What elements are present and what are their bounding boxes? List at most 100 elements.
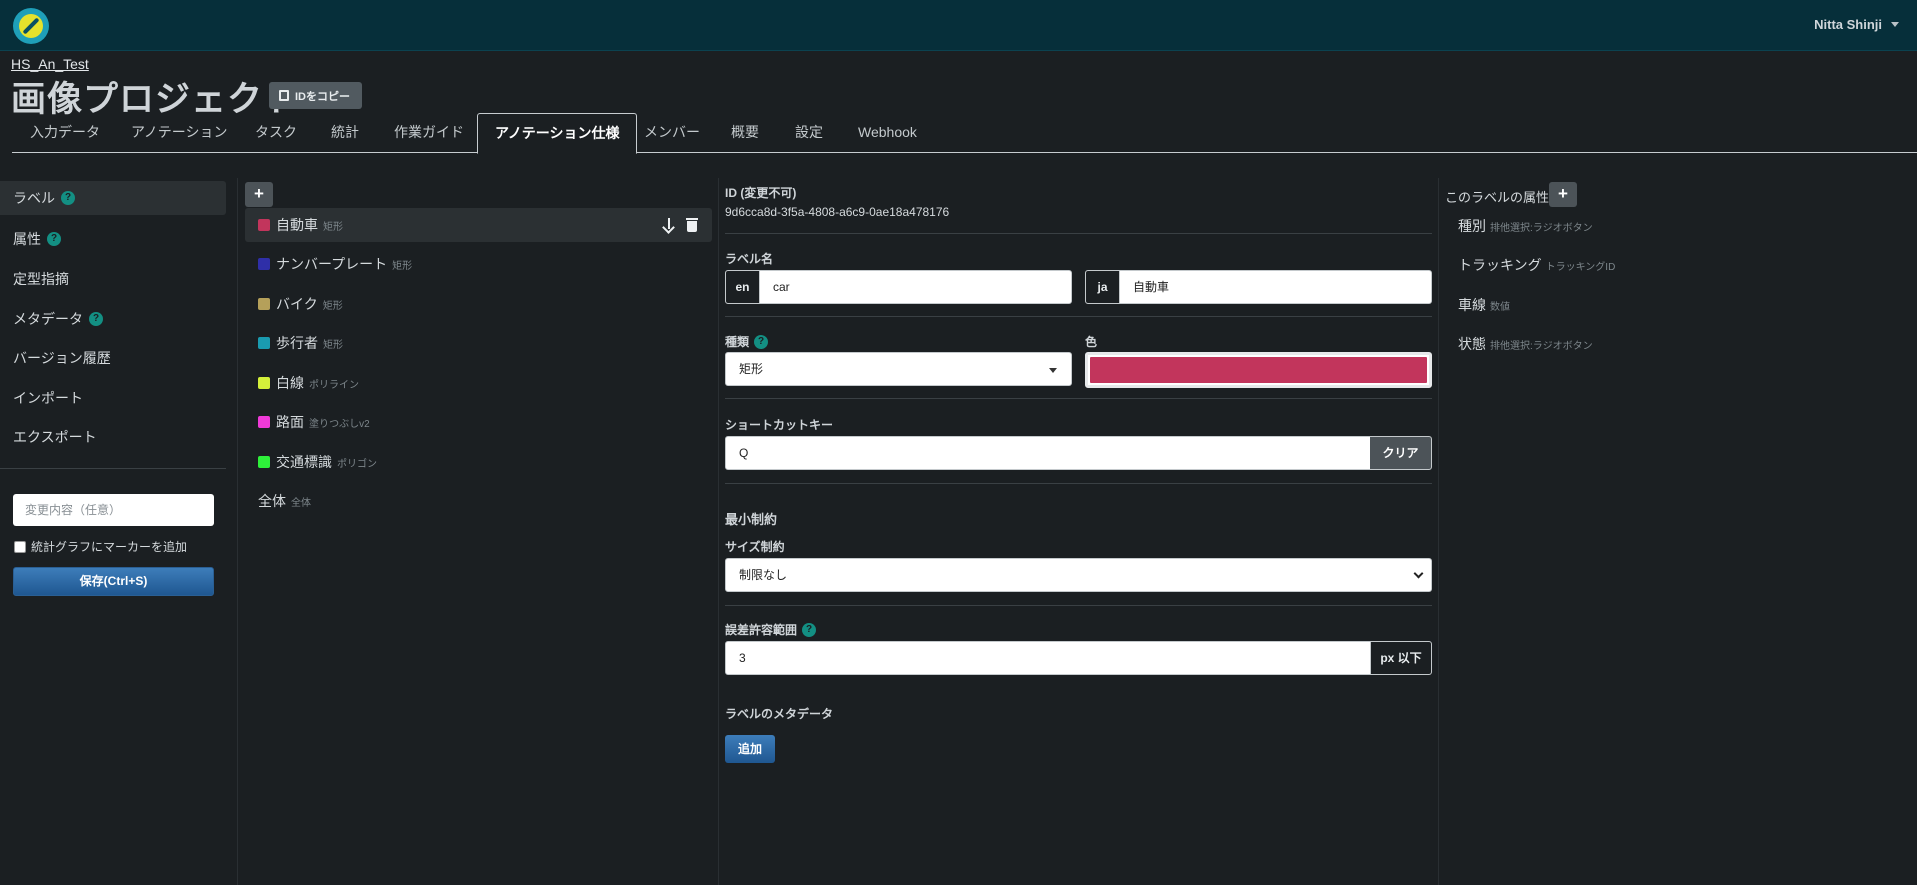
add-attribute-button[interactable]: + [1549,182,1577,207]
tab-work-guide[interactable]: 作業ガイド [394,113,464,153]
kind-select[interactable]: 矩形 [725,352,1072,386]
sidebar-item-label: ラベル [13,190,55,206]
color-picker[interactable] [1085,352,1432,388]
change-memo-input[interactable]: 変更内容（任意） [13,494,214,526]
id-value: 9d6cca8d-3f5a-4808-a6c9-0ae18a478176 [725,205,950,219]
label-name-en-field[interactable]: en car [725,270,1072,304]
help-icon[interactable]: ? [754,334,769,349]
attribute-name: 種別 [1458,218,1486,234]
column-divider [718,178,719,885]
size-constraint-select[interactable]: 制限なし [725,558,1432,592]
en-value[interactable]: car [760,271,1071,303]
label-name-ja-field[interactable]: ja 自動車 [1085,270,1432,304]
label-color-swatch [258,219,270,231]
color-label: 色 [1085,335,1098,349]
marker-checkbox[interactable] [14,540,26,553]
tolerance-value[interactable]: 3 [726,642,1370,674]
label-type: 塗りつぶしv2 [309,418,370,430]
tab-annotation[interactable]: アノテーション [131,113,227,153]
tab-webhook[interactable]: Webhook [858,113,917,153]
attribute-item[interactable]: 車線 数値 [1458,295,1510,315]
label-list-item[interactable]: 白線 ポリライン [245,366,712,400]
ja-value[interactable]: 自動車 [1120,271,1431,303]
tolerance-heading: 誤差許容範囲 ? [725,621,1432,638]
sidebar-item-metadata[interactable]: メタデータ ? [0,302,226,336]
attribute-type: 排他選択:ラジオボタン [1490,223,1593,234]
shortcut-value[interactable]: Q [726,437,1370,469]
tab-statistics[interactable]: 統計 [331,113,359,153]
tab-task[interactable]: タスク [255,113,297,153]
attribute-item[interactable]: 種別 排他選択:ラジオボタン [1458,216,1593,236]
divider [725,233,1432,234]
color-swatch [1090,357,1427,383]
tab-annotation-spec[interactable]: アノテーション仕様 [477,113,638,154]
sidebar-item-label: 定型指摘 [13,271,69,287]
app-logo-icon[interactable] [13,8,49,44]
sidebar-item-export[interactable]: エクスポート [0,420,226,454]
label-list-item[interactable]: 歩行者 矩形 [245,326,712,360]
label-list-item[interactable]: 全体 全体 [245,484,712,518]
size-constraint-value: 制限なし [739,568,788,582]
marker-checkbox-row[interactable]: 統計グラフにマーカーを追加 [14,538,187,555]
label-name: 歩行者 [276,335,318,351]
tab-overview[interactable]: 概要 [731,113,759,153]
chevron-down-icon[interactable] [1891,22,1899,27]
label-type: 矩形 [323,221,343,233]
label-list-item[interactable]: 交通標識 ポリゴン [245,445,712,479]
save-button[interactable]: 保存(Ctrl+S) [13,567,214,596]
size-constraint-label: サイズ制約 [725,540,785,554]
sidebar-item-attributes[interactable]: 属性 ? [0,222,226,256]
sidebar-item-fixed-comments[interactable]: 定型指摘 [0,262,226,296]
tolerance-field[interactable]: 3 px 以下 [725,641,1432,675]
divider [725,605,1432,606]
ja-prefix: ja [1086,271,1120,303]
attribute-item[interactable]: 状態 排他選択:ラジオボタン [1458,334,1593,354]
label-name-heading: ラベル名 [725,252,774,266]
label-list-item[interactable]: バイク 矩形 [245,287,712,321]
label-list-item[interactable]: 自動車 矩形 [245,208,712,242]
attributes-title: このラベルの属性 [1445,190,1550,205]
column-divider [237,178,238,885]
label-type: 矩形 [323,339,343,351]
copy-id-button[interactable]: IDをコピー [269,82,362,109]
sidebar-divider [0,468,226,469]
sidebar-item-label: メタデータ [13,311,83,327]
kind-label: 種類 [725,335,750,349]
trash-icon[interactable] [686,218,698,232]
organization-link[interactable]: HS_An_Test [11,56,89,72]
help-icon[interactable]: ? [89,312,103,326]
help-icon[interactable]: ? [802,622,817,637]
tab-settings[interactable]: 設定 [795,113,823,153]
label-color-swatch [258,298,270,310]
tab-input-data[interactable]: 入力データ [30,113,100,153]
id-label: ID (変更不可) [725,186,797,200]
caret-down-icon [1049,368,1057,373]
sidebar-item-label: バージョン履歴 [13,350,111,366]
tab-members[interactable]: メンバー [644,113,700,153]
move-down-icon[interactable] [662,217,676,233]
label-type: ポリゴン [337,458,377,470]
label-type: 矩形 [322,300,343,312]
user-menu[interactable]: Nitta Shinji [1814,17,1882,32]
sidebar-item-version-history[interactable]: バージョン履歴 [0,341,226,375]
help-icon[interactable]: ? [61,191,75,205]
attribute-type: 数値 [1490,302,1510,313]
label-color-swatch [258,416,270,428]
label-list-item[interactable]: ナンバープレート 矩形 [245,247,712,281]
sidebar-item-import[interactable]: インポート [0,381,226,415]
label-name: 路面 [276,414,304,430]
shortcut-field[interactable]: Q クリア [725,436,1432,470]
shortcut-label: ショートカットキー [725,418,834,432]
clear-shortcut-button[interactable]: クリア [1370,437,1431,469]
min-constraint-heading: 最小制約 [725,512,778,527]
kind-value: 矩形 [739,362,764,376]
add-label-button[interactable]: + [245,182,273,207]
attribute-item[interactable]: トラッキング トラッキングID [1458,255,1615,275]
divider [725,398,1432,399]
label-list-item[interactable]: 路面 塗りつぶしv2 [245,405,712,439]
help-icon[interactable]: ? [47,232,61,246]
divider [725,483,1432,484]
sidebar-item-labels[interactable]: ラベル ? [0,181,226,215]
copy-id-label: IDをコピー [295,90,350,103]
add-metadata-button[interactable]: 追加 [725,735,775,763]
